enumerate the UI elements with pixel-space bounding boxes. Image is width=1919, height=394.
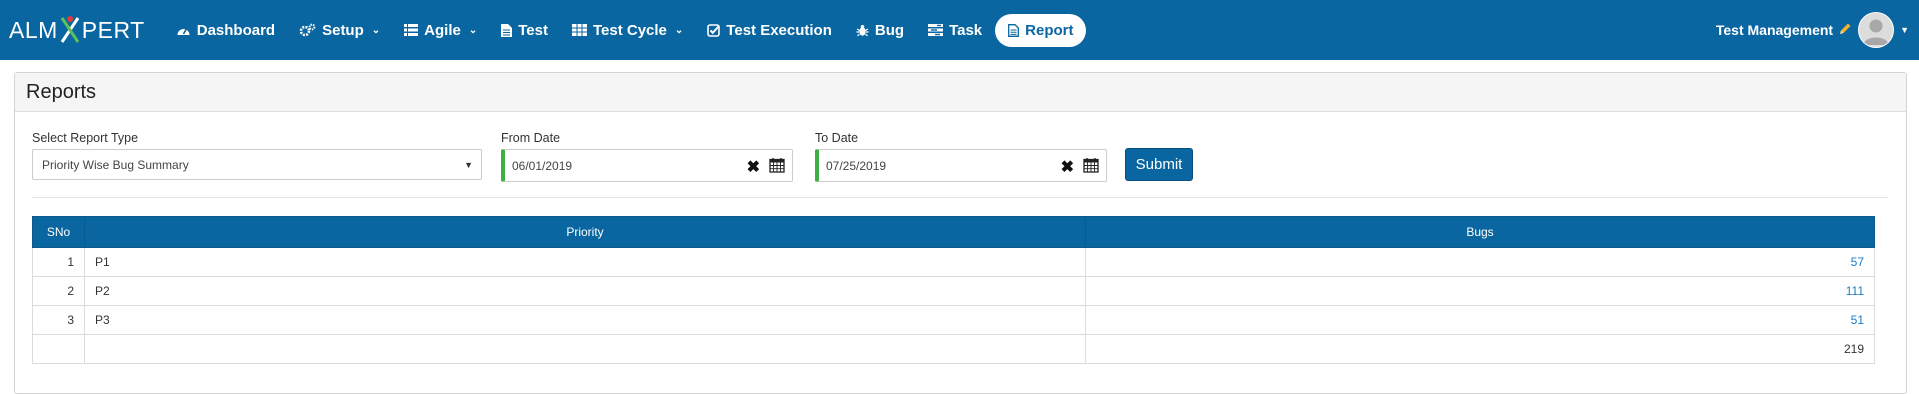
cell-total: 219 [1085, 334, 1875, 364]
page-title: Reports [15, 73, 1906, 112]
cell-priority: P3 [84, 305, 1086, 335]
user-menu[interactable]: Test Management ▼ [1716, 0, 1909, 60]
nav-agile[interactable]: Agile ⌄ [393, 14, 488, 47]
nav-label: Task [949, 21, 983, 39]
avatar[interactable] [1858, 12, 1895, 48]
nav-label: Test Execution [726, 21, 832, 39]
submit-button[interactable]: Submit [1125, 148, 1193, 181]
from-date-value: 06/01/2019 [512, 158, 573, 173]
nav-test-execution[interactable]: Test Execution [696, 14, 843, 47]
calendar-icon[interactable] [769, 157, 785, 176]
nav-label: Dashboard [196, 21, 276, 39]
nav-label: Agile [424, 21, 461, 39]
caret-down-icon[interactable]: ▼ [1900, 25, 1909, 35]
dropdown-arrow-icon: ▼ [464, 160, 473, 170]
to-date-input[interactable]: 07/25/2019 ✖ [815, 149, 1107, 182]
nav-bug[interactable]: Bug [845, 14, 915, 47]
cell-sno: 1 [32, 247, 85, 277]
table-total-row: 219 [32, 334, 1875, 364]
column-header-priority[interactable]: Priority [84, 216, 1086, 248]
table-icon [571, 24, 587, 36]
top-navbar: ALM X PERT Dashboard Setup ⌄ [0, 0, 1919, 60]
bug-icon [856, 24, 869, 37]
nav-report[interactable]: Report [995, 13, 1087, 47]
calendar-icon[interactable] [1083, 157, 1099, 176]
nav-test-cycle[interactable]: Test Cycle ⌄ [561, 14, 694, 47]
cell-bugs-link[interactable]: 111 [1085, 276, 1875, 306]
gears-icon [299, 23, 316, 37]
clear-icon[interactable]: ✖ [747, 157, 760, 177]
chevron-down-icon: ⌄ [468, 24, 478, 36]
to-date-label: To Date [815, 131, 859, 145]
file-text-icon [1008, 23, 1020, 37]
table-row: 3 P3 51 [32, 305, 1875, 335]
column-header-bugs[interactable]: Bugs [1085, 216, 1875, 248]
column-header-sno[interactable]: SNo [32, 216, 85, 248]
check-square-icon [707, 23, 721, 37]
main-nav: Dashboard Setup ⌄ Agile ⌄ Test Test Cycl… [165, 13, 1089, 47]
nav-test[interactable]: Test [490, 14, 559, 47]
report-table: SNo Priority Bugs 1 P1 57 2 P2 111 3 P3 … [32, 216, 1875, 364]
logo-x-mark: X [59, 15, 81, 45]
chevron-down-icon: ⌄ [674, 24, 684, 36]
tasks-icon [928, 24, 944, 36]
cell-bugs-link[interactable]: 51 [1085, 305, 1875, 335]
nav-label: Test Cycle [592, 21, 667, 39]
nav-label: Test [518, 21, 548, 39]
logo-text-right: PERT [81, 16, 145, 43]
almxpert-logo[interactable]: ALM X PERT [9, 15, 145, 45]
nav-label: Report [1025, 21, 1074, 39]
nav-dashboard[interactable]: Dashboard [165, 14, 286, 47]
table-header-row: SNo Priority Bugs [32, 216, 1875, 248]
reports-panel: Reports Select Report Type Priority Wise… [14, 72, 1907, 394]
cell-sno: 3 [32, 305, 85, 335]
pencil-icon[interactable] [1839, 22, 1852, 38]
to-date-value: 07/25/2019 [826, 158, 887, 173]
from-date-label: From Date [501, 131, 561, 145]
table-row: 1 P1 57 [32, 247, 1875, 277]
cell-bugs-link[interactable]: 57 [1085, 247, 1875, 277]
cell-sno: 2 [32, 276, 85, 306]
logo-text-left: ALM [9, 16, 58, 43]
divider [32, 197, 1888, 198]
cell-empty [84, 334, 1086, 364]
nav-label: Bug [874, 21, 905, 39]
nav-setup[interactable]: Setup ⌄ [288, 14, 391, 47]
clear-icon[interactable]: ✖ [1061, 157, 1074, 177]
cell-priority: P1 [84, 247, 1086, 277]
table-row: 2 P2 111 [32, 276, 1875, 306]
cell-empty [32, 334, 85, 364]
nav-task[interactable]: Task [917, 14, 993, 47]
list-icon [404, 24, 419, 36]
nav-label: Setup [322, 21, 364, 39]
file-icon [501, 23, 513, 37]
report-type-value: Priority Wise Bug Summary [42, 157, 189, 172]
report-type-label: Select Report Type [32, 131, 139, 145]
user-name[interactable]: Test Management [1716, 22, 1833, 38]
report-type-select[interactable]: Priority Wise Bug Summary ▼ [32, 149, 482, 180]
cell-priority: P2 [84, 276, 1086, 306]
dashboard-icon [176, 24, 191, 37]
from-date-input[interactable]: 06/01/2019 ✖ [501, 149, 793, 182]
chevron-down-icon: ⌄ [371, 24, 381, 36]
